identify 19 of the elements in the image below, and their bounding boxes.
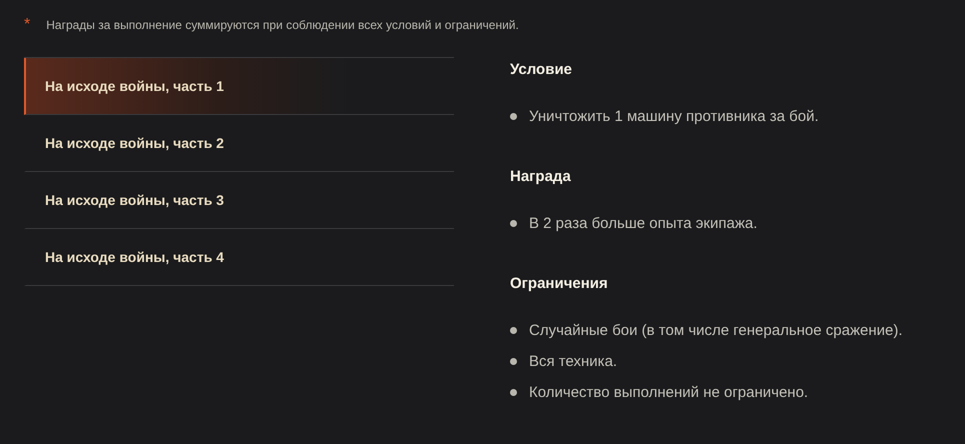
bullet-icon [510,327,517,334]
list-item: Случайные бои (в том числе генеральное сражение). [529,322,903,339]
list-item: В 2 раза больше опыта экипажа. [529,215,758,232]
bullet-icon [510,389,517,396]
mission-tab[interactable]: На исходе войны, часть 3 [24,172,454,229]
list-item: Количество выполнений не ограничено. [529,384,808,401]
section-heading: Ограничения [510,274,609,294]
list-item: Вся техника. [529,353,618,370]
mission-tab[interactable]: На исходе войны, часть 1 [24,58,454,115]
list-item: Уничтожить 1 машину противника за бой. [529,108,819,125]
section-heading: Награда [510,167,572,187]
mission-tab[interactable]: На исходе войны, часть 2 [24,115,454,172]
bullet-icon [510,113,517,120]
asterisk: * [24,16,30,34]
section-heading: Условие [510,60,574,80]
bullet-icon [510,220,517,227]
bullet-icon [510,358,517,365]
note-text: Награды за выполнение суммируются при соблюдении всех условий и ограничений. [46,17,519,34]
mission-tab[interactable]: На исходе войны, часть 4 [24,229,454,286]
